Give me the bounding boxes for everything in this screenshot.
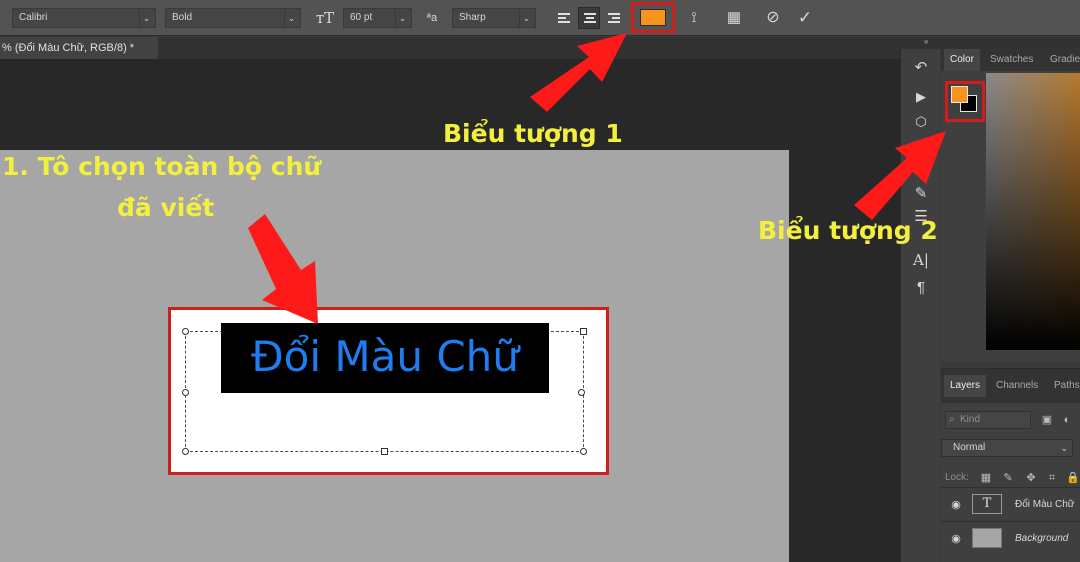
tab-paths[interactable]: Paths [1048, 375, 1080, 397]
transform-handle[interactable] [182, 328, 189, 335]
tab-layers[interactable]: Layers [944, 375, 987, 397]
search-icon: ⌕ [949, 414, 955, 425]
lock-row: Lock: ▦ ✎ ✥ ⌗ 🔒 [941, 469, 1080, 487]
layers-panel-tabs: Layers Channels Paths [941, 369, 1080, 403]
layer-thumbnail [972, 528, 1002, 548]
step-1-label-line2: đã viết [117, 193, 215, 222]
lock-all-icon[interactable]: 🔒 [1066, 469, 1080, 487]
font-size-value: 60 pt [350, 12, 373, 23]
chevron-down-icon: ⌄ [1060, 443, 1068, 453]
panel-tool-strip: ↶ ▶ ⬡ ✎ ☰ A| ¶ [900, 49, 940, 562]
lock-move-icon[interactable]: ✥ [1024, 469, 1038, 487]
eye-icon[interactable]: ◉ [949, 488, 963, 522]
icon-1-label: Biểu tượng 1 [443, 119, 623, 148]
color-panel-tabs: Color Swatches Gradie [941, 49, 1080, 71]
chevron-down-icon: ⌄ [395, 9, 409, 27]
character-icon[interactable]: A| [910, 250, 932, 270]
3d-icon[interactable]: ⬡ [910, 112, 932, 132]
step-1-label: 1. Tô chọn toàn bộ chữ [2, 152, 322, 181]
transform-handle[interactable] [580, 328, 587, 335]
chevron-down-icon: ⌄ [519, 9, 533, 27]
history-icon[interactable]: ↶ [910, 58, 932, 78]
layer-name: Background [1015, 533, 1069, 544]
align-center-icon[interactable] [578, 7, 600, 29]
font-size-icon: ᴛT [315, 9, 335, 27]
layer-row[interactable]: ◉ T Đổi Màu Chữ [941, 487, 1080, 521]
commit-icon[interactable]: ✓ [793, 6, 817, 30]
transform-handle[interactable] [580, 448, 587, 455]
canvas-text[interactable]: Đổi Màu Chữ [221, 323, 549, 393]
eye-icon[interactable]: ◉ [949, 522, 963, 556]
filter-adjustment-icon[interactable]: ◐ [1059, 411, 1075, 429]
text-layer-icon: T [972, 494, 1002, 514]
transform-handle[interactable] [182, 448, 189, 455]
layer-row[interactable]: ◉ Background [941, 521, 1080, 555]
transform-handle[interactable] [578, 389, 585, 396]
layer-name: Đổi Màu Chữ [1015, 499, 1075, 510]
font-style-value: Bold [172, 12, 193, 23]
text-color-swatch[interactable] [640, 9, 666, 26]
filter-image-icon[interactable]: ▣ [1039, 411, 1055, 429]
layer-filter-select[interactable]: ⌕ Kind [945, 411, 1031, 429]
transform-handle[interactable] [381, 448, 388, 455]
font-family-select[interactable]: Calibri ⌄ [12, 8, 156, 28]
tab-swatches[interactable]: Swatches [984, 49, 1039, 71]
blend-mode-select[interactable]: Normal ⌄ [941, 439, 1073, 457]
lock-artboard-icon[interactable]: ⌗ [1045, 469, 1059, 487]
cancel-icon[interactable]: ⊘ [761, 6, 785, 30]
brush-settings-icon[interactable]: ✎ [910, 184, 932, 204]
blend-mode-value: Normal [953, 442, 986, 453]
panel-collapse-bar[interactable]: « [900, 37, 1080, 49]
lock-paint-icon[interactable]: ✎ [1001, 469, 1015, 487]
transform-handle[interactable] [182, 389, 189, 396]
font-style-select[interactable]: Bold ⌄ [165, 8, 301, 28]
tab-color[interactable]: Color [944, 49, 980, 71]
character-panel-icon[interactable]: ▦ [722, 6, 746, 30]
lock-transparent-icon[interactable]: ▦ [979, 469, 993, 487]
antialias-select[interactable]: Sharp ⌄ [452, 8, 536, 28]
document-tab[interactable]: % (Đổi Màu Chữ, RGB/8) * [0, 37, 158, 59]
foreground-color-swatch[interactable] [951, 86, 968, 103]
options-bar: Calibri ⌄ Bold ⌄ ᴛT 60 pt ⌄ ªa Sharp ⌄ ⟟… [0, 0, 1080, 36]
align-right-icon[interactable] [603, 7, 625, 29]
font-size-select[interactable]: 60 pt ⌄ [343, 8, 412, 28]
color-spectrum[interactable] [986, 73, 1080, 350]
chevron-down-icon: ⌄ [139, 9, 153, 27]
tab-strip [158, 37, 900, 59]
tab-channels[interactable]: Channels [990, 375, 1044, 397]
warp-text-icon[interactable]: ⟟ [682, 6, 706, 30]
font-family-value: Calibri [19, 12, 48, 23]
lock-label: Lock: [945, 472, 969, 483]
antialias-icon: ªa [426, 12, 438, 24]
paragraph-icon[interactable]: ¶ [910, 278, 932, 298]
chevron-down-icon: ⌄ [284, 9, 298, 27]
icon-2-label: Biểu tượng 2 [758, 216, 938, 245]
layers-panel: Layers Channels Paths ⌕ Kind ▣ ◐ Normal … [941, 368, 1080, 562]
tab-gradients[interactable]: Gradie [1044, 49, 1080, 71]
layer-filter-value: Kind [960, 414, 981, 425]
double-chevron-icon[interactable]: « [924, 37, 928, 46]
align-left-icon[interactable] [553, 7, 575, 29]
play-icon[interactable]: ▶ [910, 87, 932, 107]
antialias-value: Sharp [459, 12, 486, 23]
